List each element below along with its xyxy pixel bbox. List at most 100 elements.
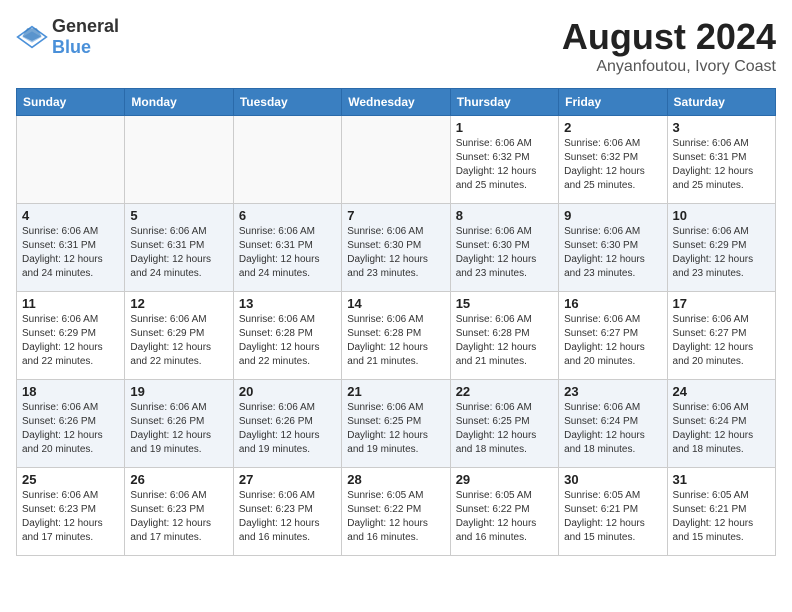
day-cell: 15 Sunrise: 6:06 AMSunset: 6:28 PMDayligh… xyxy=(450,292,558,380)
logo-icon xyxy=(16,25,48,49)
day-number: 11 xyxy=(22,296,119,311)
day-info: Sunrise: 6:06 AMSunset: 6:30 PMDaylight:… xyxy=(456,225,553,281)
day-number: 18 xyxy=(22,384,119,399)
day-cell: 28Sunrise: 6:05 AMSunset: 6:22 PMDayligh… xyxy=(342,468,450,556)
day-info: Sunrise: 6:06 AMSunset: 6:30 PMDaylight:… xyxy=(347,225,444,281)
day-cell: 12 Sunrise: 6:06 AMSunset: 6:29 PMDayligh… xyxy=(125,292,233,380)
day-cell: 23 Sunrise: 6:06 AMSunset: 6:24 PMDayligh… xyxy=(559,380,667,468)
day-info: Sunrise: 6:06 AMSunset: 6:31 PMDaylight:… xyxy=(673,137,770,193)
day-cell: 9 Sunrise: 6:06 AMSunset: 6:30 PMDaylight… xyxy=(559,204,667,292)
day-cell: 22Sunrise: 6:06 AMSunset: 6:25 PMDayligh… xyxy=(450,380,558,468)
day-cell: 29 Sunrise: 6:05 AMSunset: 6:22 PMDayligh… xyxy=(450,468,558,556)
weekday-tuesday: Tuesday xyxy=(233,89,341,116)
day-info: Sunrise: 6:05 AMSunset: 6:22 PMDaylight:… xyxy=(456,489,553,545)
weekday-saturday: Saturday xyxy=(667,89,775,116)
day-info: Sunrise: 6:05 AMSunset: 6:21 PMDaylight:… xyxy=(673,489,770,545)
calendar-week-5: 25 Sunrise: 6:06 AMSunset: 6:23 PMDayligh… xyxy=(17,468,776,556)
page-header: General Blue August 2024 Anyanfoutou, Iv… xyxy=(16,16,776,76)
day-cell xyxy=(233,116,341,204)
day-number: 26 xyxy=(130,472,227,487)
day-info: Sunrise: 6:06 AMSunset: 6:30 PMDaylight:… xyxy=(564,225,661,281)
day-info: Sunrise: 6:06 AMSunset: 6:31 PMDaylight:… xyxy=(239,225,336,281)
calendar-week-4: 18 Sunrise: 6:06 AMSunset: 6:26 PMDayligh… xyxy=(17,380,776,468)
weekday-wednesday: Wednesday xyxy=(342,89,450,116)
calendar-week-1: 1Sunrise: 6:06 AMSunset: 6:32 PMDaylight… xyxy=(17,116,776,204)
day-cell: 11 Sunrise: 6:06 AMSunset: 6:29 PMDayligh… xyxy=(17,292,125,380)
day-info: Sunrise: 6:05 AMSunset: 6:22 PMDaylight:… xyxy=(347,489,444,545)
day-number: 22 xyxy=(456,384,553,399)
day-info: Sunrise: 6:06 AMSunset: 6:29 PMDaylight:… xyxy=(673,225,770,281)
calendar-header: SundayMondayTuesdayWednesdayThursdayFrid… xyxy=(17,89,776,116)
day-number: 14 xyxy=(347,296,444,311)
day-number: 13 xyxy=(239,296,336,311)
calendar-body: 1Sunrise: 6:06 AMSunset: 6:32 PMDaylight… xyxy=(17,116,776,556)
day-cell xyxy=(17,116,125,204)
day-cell: 16Sunrise: 6:06 AMSunset: 6:27 PMDayligh… xyxy=(559,292,667,380)
day-number: 30 xyxy=(564,472,661,487)
day-number: 21 xyxy=(347,384,444,399)
day-info: Sunrise: 6:06 AMSunset: 6:25 PMDaylight:… xyxy=(347,401,444,457)
page-title: August 2024 xyxy=(562,16,776,58)
day-cell: 25Sunrise: 6:06 AMSunset: 6:23 PMDayligh… xyxy=(17,468,125,556)
day-info: Sunrise: 6:06 AMSunset: 6:28 PMDaylight:… xyxy=(456,313,553,369)
calendar-table: SundayMondayTuesdayWednesdayThursdayFrid… xyxy=(16,88,776,556)
logo-blue: Blue xyxy=(52,37,91,57)
day-cell: 10 Sunrise: 6:06 AMSunset: 6:29 PMDayligh… xyxy=(667,204,775,292)
day-cell: 26 Sunrise: 6:06 AMSunset: 6:23 PMDayligh… xyxy=(125,468,233,556)
day-info: Sunrise: 6:06 AMSunset: 6:26 PMDaylight:… xyxy=(130,401,227,457)
day-info: Sunrise: 6:06 AMSunset: 6:23 PMDaylight:… xyxy=(239,489,336,545)
logo-general: General xyxy=(52,16,119,36)
day-number: 27 xyxy=(239,472,336,487)
day-info: Sunrise: 6:06 AMSunset: 6:24 PMDaylight:… xyxy=(673,401,770,457)
day-cell: 8 Sunrise: 6:06 AMSunset: 6:30 PMDaylight… xyxy=(450,204,558,292)
day-cell: 2 Sunrise: 6:06 AMSunset: 6:32 PMDaylight… xyxy=(559,116,667,204)
day-cell: 17 Sunrise: 6:06 AMSunset: 6:27 PMDayligh… xyxy=(667,292,775,380)
day-info: Sunrise: 6:06 AMSunset: 6:27 PMDaylight:… xyxy=(673,313,770,369)
day-cell: 18 Sunrise: 6:06 AMSunset: 6:26 PMDayligh… xyxy=(17,380,125,468)
day-number: 2 xyxy=(564,120,661,135)
day-info: Sunrise: 6:06 AMSunset: 6:26 PMDaylight:… xyxy=(22,401,119,457)
weekday-sunday: Sunday xyxy=(17,89,125,116)
day-cell xyxy=(342,116,450,204)
day-info: Sunrise: 6:06 AMSunset: 6:26 PMDaylight:… xyxy=(239,401,336,457)
weekday-row: SundayMondayTuesdayWednesdayThursdayFrid… xyxy=(17,89,776,116)
day-number: 20 xyxy=(239,384,336,399)
day-cell: 4Sunrise: 6:06 AMSunset: 6:31 PMDaylight… xyxy=(17,204,125,292)
day-number: 5 xyxy=(130,208,227,223)
day-cell: 3Sunrise: 6:06 AMSunset: 6:31 PMDaylight… xyxy=(667,116,775,204)
calendar-week-3: 11 Sunrise: 6:06 AMSunset: 6:29 PMDayligh… xyxy=(17,292,776,380)
day-number: 17 xyxy=(673,296,770,311)
day-number: 8 xyxy=(456,208,553,223)
day-cell: 14 Sunrise: 6:06 AMSunset: 6:28 PMDayligh… xyxy=(342,292,450,380)
day-cell: 1Sunrise: 6:06 AMSunset: 6:32 PMDaylight… xyxy=(450,116,558,204)
day-info: Sunrise: 6:06 AMSunset: 6:29 PMDaylight:… xyxy=(130,313,227,369)
day-cell: 5 Sunrise: 6:06 AMSunset: 6:31 PMDaylight… xyxy=(125,204,233,292)
day-info: Sunrise: 6:06 AMSunset: 6:28 PMDaylight:… xyxy=(347,313,444,369)
weekday-friday: Friday xyxy=(559,89,667,116)
day-info: Sunrise: 6:06 AMSunset: 6:23 PMDaylight:… xyxy=(130,489,227,545)
day-info: Sunrise: 6:06 AMSunset: 6:24 PMDaylight:… xyxy=(564,401,661,457)
day-number: 29 xyxy=(456,472,553,487)
day-cell: 21 Sunrise: 6:06 AMSunset: 6:25 PMDayligh… xyxy=(342,380,450,468)
day-number: 19 xyxy=(130,384,227,399)
page-location: Anyanfoutou, Ivory Coast xyxy=(562,58,776,76)
day-info: Sunrise: 6:06 AMSunset: 6:29 PMDaylight:… xyxy=(22,313,119,369)
day-info: Sunrise: 6:06 AMSunset: 6:31 PMDaylight:… xyxy=(130,225,227,281)
day-number: 9 xyxy=(564,208,661,223)
day-number: 31 xyxy=(673,472,770,487)
day-number: 12 xyxy=(130,296,227,311)
day-cell: 19 Sunrise: 6:06 AMSunset: 6:26 PMDayligh… xyxy=(125,380,233,468)
day-cell: 6 Sunrise: 6:06 AMSunset: 6:31 PMDaylight… xyxy=(233,204,341,292)
day-info: Sunrise: 6:05 AMSunset: 6:21 PMDaylight:… xyxy=(564,489,661,545)
day-number: 25 xyxy=(22,472,119,487)
day-info: Sunrise: 6:06 AMSunset: 6:32 PMDaylight:… xyxy=(564,137,661,193)
title-area: August 2024 Anyanfoutou, Ivory Coast xyxy=(562,16,776,76)
day-cell: 30 Sunrise: 6:05 AMSunset: 6:21 PMDayligh… xyxy=(559,468,667,556)
day-number: 4 xyxy=(22,208,119,223)
day-number: 6 xyxy=(239,208,336,223)
day-info: Sunrise: 6:06 AMSunset: 6:28 PMDaylight:… xyxy=(239,313,336,369)
day-number: 15 xyxy=(456,296,553,311)
day-number: 10 xyxy=(673,208,770,223)
day-cell: 27 Sunrise: 6:06 AMSunset: 6:23 PMDayligh… xyxy=(233,468,341,556)
day-number: 23 xyxy=(564,384,661,399)
